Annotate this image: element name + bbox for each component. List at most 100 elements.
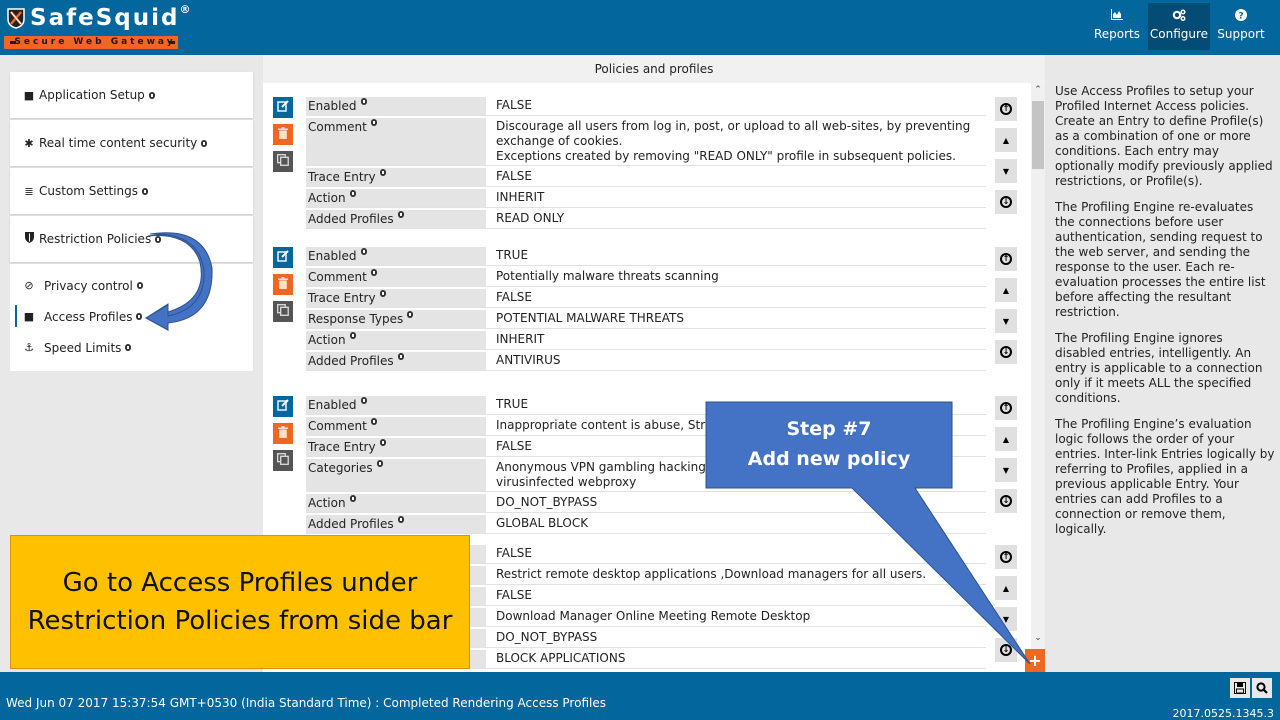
info-icon[interactable] [142,187,149,195]
move-top-button[interactable]: ↑ [995,545,1017,569]
field-row[interactable]: Action INHERIT [306,189,986,208]
move-down-button[interactable]: ▼ [995,159,1017,183]
field-value: Discourage all users from log in, post, … [496,119,971,163]
field-key-label: Response Types [308,312,404,326]
move-bottom-button[interactable]: ↓ [995,489,1017,513]
help-paragraph: The Profiling Engine ignores disabled en… [1055,331,1263,405]
edit-button[interactable] [273,97,293,118]
shield-logo-icon [7,8,25,29]
move-bottom-button[interactable]: ↓ [995,638,1017,662]
info-icon[interactable] [360,248,367,255]
info-icon[interactable] [376,460,383,467]
field-row[interactable]: Action INHERIT [306,331,986,350]
search-icon [1256,682,1268,694]
edit-button[interactable] [273,247,293,268]
copy-button[interactable] [273,301,293,322]
search-button[interactable] [1252,678,1272,698]
delete-button[interactable] [273,124,293,145]
info-icon[interactable] [360,397,367,404]
field-key: Added Profiles [306,515,486,533]
info-icon[interactable] [370,418,377,425]
field-row[interactable]: Trace Entry FALSE [306,168,986,187]
info-icon[interactable] [360,98,367,105]
move-top-button[interactable]: ↑ [995,97,1017,121]
field-value: DO_NOT_BYPASS [496,495,598,509]
sidebar-item-custom-settings[interactable]: ≣ Custom Settings [10,168,253,214]
field-row[interactable]: Comment Potentially malware threats scann… [306,268,986,287]
vertical-scrollbar[interactable]: ⌃ ⌄ [1031,83,1045,672]
info-icon[interactable] [148,91,155,99]
info-icon[interactable] [379,169,386,176]
info-icon[interactable] [349,332,356,339]
field-row[interactable]: Enabled TRUE [306,247,986,266]
info-icon[interactable] [136,313,143,320]
field-row[interactable]: Trace Entry FALSE [306,289,986,308]
nav-configure[interactable]: Configure [1148,3,1210,50]
field-row[interactable]: Added Profiles READ ONLY [306,210,986,229]
move-bottom-button[interactable]: ↓ [995,340,1017,364]
info-icon[interactable] [397,211,404,218]
sidebar-subitem-privacy-control[interactable]: ⊘ Privacy control [10,270,253,301]
info-icon[interactable] [125,344,132,351]
nav-reports[interactable]: Reports [1086,3,1148,50]
info-icon[interactable] [349,190,356,197]
field-row[interactable]: Action DO_NOT_BYPASS [306,494,986,513]
info-icon[interactable] [407,311,414,318]
sidebar-subitem-speed-limits[interactable]: ⚓ Speed Limits [10,332,253,363]
field-value: ANTIVIRUS [496,353,561,367]
delete-button[interactable] [273,423,293,444]
move-up-button[interactable]: ▲ [995,278,1017,302]
sidebar-item-real-time-content-security[interactable]: ✱ Real time content security [10,120,253,166]
field-row[interactable]: Added Profiles ANTIVIRUS [306,352,986,371]
info-icon[interactable] [379,439,386,446]
sidebar-item-application-setup[interactable]: ■ Application Setup [10,72,253,118]
sidebar-subitem-access-profiles[interactable]: ■ Access Profiles [10,301,253,332]
field-value: FALSE [496,98,532,112]
info-icon[interactable] [349,495,356,502]
trash-icon [278,277,288,292]
scroll-up-icon[interactable]: ⌃ [1031,85,1045,99]
move-bottom-button[interactable]: ↓ [995,190,1017,214]
field-key: Categories [306,459,486,491]
briefcase-icon: ■ [23,310,35,323]
delete-button[interactable] [273,274,293,295]
top-header: SafeSquid® Secure Web Gateway Reports Co… [0,0,1280,55]
instruction-line: Go to Access Profiles under [62,568,418,598]
save-button[interactable] [1230,678,1250,698]
field-row[interactable]: Enabled FALSE [306,97,986,116]
field-value: FALSE [496,546,532,560]
info-icon[interactable] [136,282,143,289]
field-key: Added Profiles [306,352,486,370]
scroll-thumb[interactable] [1032,101,1044,169]
move-down-button[interactable]: ▼ [995,458,1017,482]
sidebar-item-restriction-policies[interactable]: Restriction Policies [10,216,253,262]
field-row[interactable]: Comment Discourage all users from log in,… [306,118,986,166]
scroll-down-icon[interactable]: ⌄ [1031,633,1045,647]
field-row[interactable]: Response Types POTENTIAL MALWARE THREATS [306,310,986,329]
edit-icon [277,250,289,265]
info-icon[interactable] [370,119,377,126]
info-icon[interactable] [379,290,386,297]
copy-button[interactable] [273,151,293,172]
move-down-button[interactable]: ▼ [995,309,1017,333]
move-top-button[interactable]: ↑ [995,396,1017,420]
move-top-icon: ↑ [1000,103,1012,115]
move-top-button[interactable]: ↑ [995,247,1017,271]
nav-support[interactable]: ? Support [1210,3,1272,50]
move-up-button[interactable]: ▲ [995,576,1017,600]
edit-button[interactable] [273,396,293,417]
move-up-button[interactable]: ▲ [995,128,1017,152]
info-icon[interactable] [201,139,208,147]
copy-button[interactable] [273,450,293,471]
field-row[interactable]: Added Profiles GLOBAL BLOCK [306,515,986,534]
safesquid-logo[interactable]: SafeSquid® Secure Web Gateway [4,3,190,51]
add-policy-button[interactable]: + [1025,649,1045,672]
move-up-button[interactable]: ▲ [995,427,1017,451]
info-icon[interactable] [370,269,377,276]
field-key: Action [306,189,486,207]
field-key-label: Trace Entry [308,291,376,305]
info-icon[interactable] [155,235,162,243]
info-icon[interactable] [397,516,404,523]
info-icon[interactable] [397,353,404,360]
move-down-button[interactable]: ▼ [995,607,1017,631]
